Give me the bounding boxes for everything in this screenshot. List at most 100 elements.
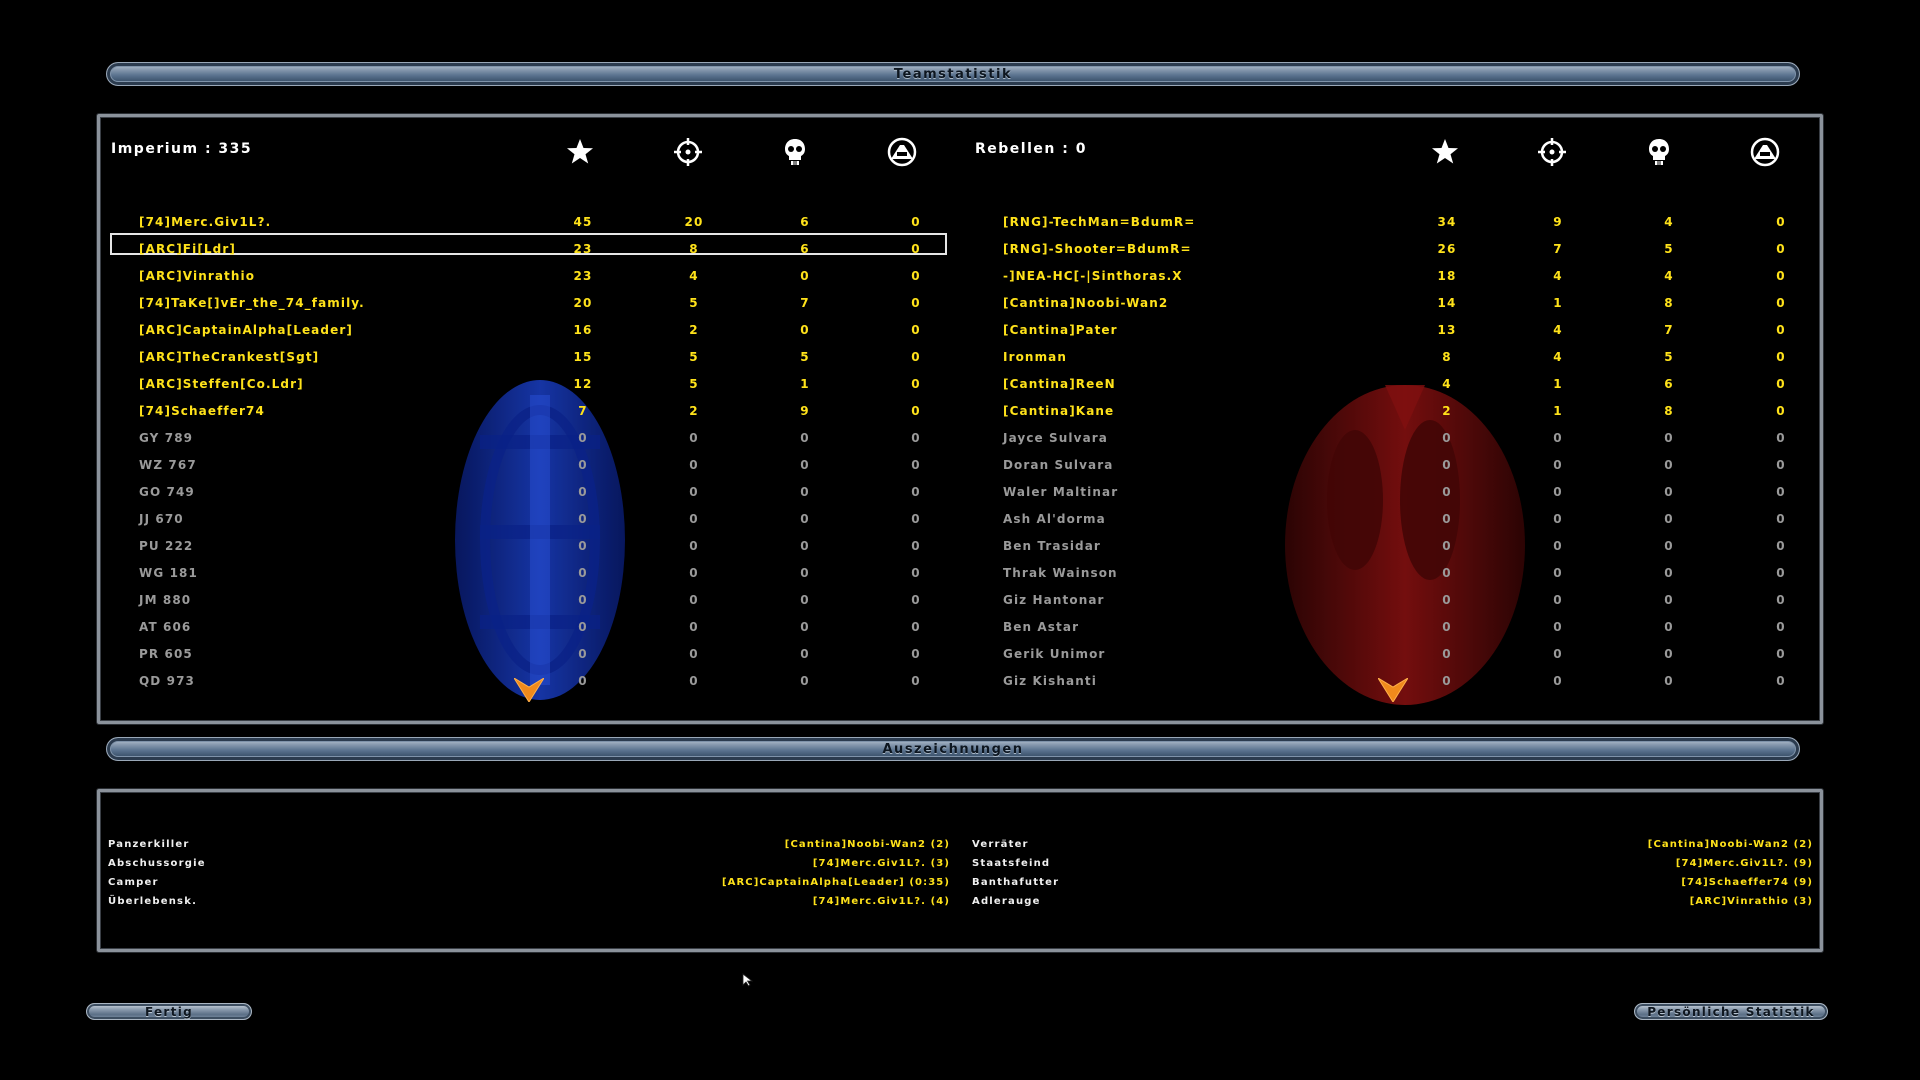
empire-player-name[interactable]: WZ 767 — [139, 458, 197, 472]
empire-player-name[interactable]: WG 181 — [139, 566, 198, 580]
rebels-player-score: 0 — [1442, 674, 1452, 688]
empire-player-kills: 0 — [689, 512, 699, 526]
rebels-player-deaths: 8 — [1664, 404, 1674, 418]
rebels-player-deaths: 5 — [1664, 242, 1674, 256]
teamstatistik-title: Teamstatistik — [893, 66, 1013, 82]
rebels-player-name[interactable]: [RNG]-TechMan=BdumR= — [1003, 215, 1195, 229]
rebels-player-score: 2 — [1442, 404, 1452, 418]
rebels-player-vehicles: 0 — [1776, 377, 1786, 391]
empire-arrow-icon — [514, 678, 544, 702]
empire-player-deaths: 0 — [800, 674, 810, 688]
rebels-player-score: 0 — [1442, 431, 1452, 445]
personal-stats-button[interactable]: Persönliche Statistik — [1634, 1003, 1828, 1020]
empire-player-kills: 5 — [689, 296, 699, 310]
rebels-player-name[interactable]: Ash Al'dorma — [1003, 512, 1106, 526]
empire-player-deaths: 0 — [800, 269, 810, 283]
empire-player-name[interactable]: [74]TaKe[]vEr_the_74_family. — [139, 296, 365, 310]
rebels-player-vehicles: 0 — [1776, 350, 1786, 364]
rebels-player-kills: 0 — [1553, 566, 1563, 580]
rebels-player-kills: 0 — [1553, 593, 1563, 607]
empire-player-name[interactable]: GY 789 — [139, 431, 193, 445]
empire-player-score: 7 — [578, 404, 588, 418]
rebels-player-name[interactable]: Ben Astar — [1003, 620, 1079, 634]
empire-player-name[interactable]: QD 973 — [139, 674, 195, 688]
awards-panel — [97, 789, 1823, 952]
rebels-player-name[interactable]: -]NEA-HC[-|Sinthoras.X — [1003, 269, 1183, 283]
empire-player-kills: 8 — [689, 242, 699, 256]
rebels-player-score: 0 — [1442, 566, 1452, 580]
empire-player-kills: 5 — [689, 377, 699, 391]
rebels-player-name[interactable]: Gerik Unimor — [1003, 647, 1105, 661]
empire-player-deaths: 1 — [800, 377, 810, 391]
rebels-player-score: 14 — [1437, 296, 1457, 310]
empire-player-name[interactable]: [ARC]Steffen[Co.Ldr] — [139, 377, 304, 391]
empire-player-name[interactable]: PU 222 — [139, 539, 193, 553]
rebels-player-name[interactable]: Ben Trasidar — [1003, 539, 1101, 553]
empire-player-deaths: 0 — [800, 647, 810, 661]
done-button[interactable]: Fertig — [86, 1003, 252, 1020]
skull-icon — [780, 137, 810, 167]
rebels-player-name[interactable]: Giz Hantonar — [1003, 593, 1105, 607]
empire-player-score: 0 — [578, 539, 588, 553]
rebels-player-name[interactable]: Jayce Sulvara — [1003, 431, 1108, 445]
empire-player-name[interactable]: PR 605 — [139, 647, 193, 661]
rebels-player-deaths: 8 — [1664, 296, 1674, 310]
empire-player-vehicles: 0 — [911, 620, 921, 634]
rebels-player-score: 26 — [1437, 242, 1457, 256]
empire-player-name[interactable]: JJ 670 — [139, 512, 184, 526]
empire-player-kills: 5 — [689, 350, 699, 364]
empire-player-vehicles: 0 — [911, 431, 921, 445]
award-label: Camper — [108, 877, 159, 888]
rebels-player-vehicles: 0 — [1776, 593, 1786, 607]
vehicle-icon — [887, 137, 917, 167]
award-label: Verräter — [972, 839, 1029, 850]
empire-emblem-icon — [455, 380, 625, 700]
team-stats-panel — [97, 114, 1823, 724]
empire-player-vehicles: 0 — [911, 458, 921, 472]
rebels-player-score: 0 — [1442, 647, 1452, 661]
empire-player-name[interactable]: [ARC]CaptainAlpha[Leader] — [139, 323, 353, 337]
empire-player-name[interactable]: [ARC]TheCrankest[Sgt] — [139, 350, 319, 364]
empire-player-kills: 0 — [689, 647, 699, 661]
rebels-player-name[interactable]: Ironman — [1003, 350, 1067, 364]
empire-team-score: Imperium : 335 — [111, 141, 253, 157]
rebels-player-name[interactable]: [Cantina]Noobi-Wan2 — [1003, 296, 1168, 310]
empire-player-name[interactable]: [74]Schaeffer74 — [139, 404, 265, 418]
rebels-player-score: 0 — [1442, 485, 1452, 499]
rebels-player-name[interactable]: [Cantina]ReeN — [1003, 377, 1116, 391]
empire-player-name[interactable]: JM 880 — [139, 593, 191, 607]
rebels-player-name[interactable]: [Cantina]Kane — [1003, 404, 1114, 418]
empire-player-name[interactable]: [ARC]Fi[Ldr] — [139, 242, 236, 256]
rebels-player-vehicles: 0 — [1776, 242, 1786, 256]
award-winner: [Cantina]Noobi-Wan2 (2) — [1647, 839, 1813, 850]
empire-player-deaths: 6 — [800, 242, 810, 256]
rebels-player-name[interactable]: Waler Maltinar — [1003, 485, 1118, 499]
mouse-cursor-icon — [742, 973, 754, 987]
empire-player-kills: 0 — [689, 674, 699, 688]
empire-player-deaths: 0 — [800, 323, 810, 337]
rebels-player-deaths: 0 — [1664, 512, 1674, 526]
empire-player-name[interactable]: [74]Merc.Giv1L?. — [139, 215, 271, 229]
empire-player-name[interactable]: AT 606 — [139, 620, 191, 634]
empire-player-name[interactable]: GO 749 — [139, 485, 195, 499]
rebels-player-vehicles: 0 — [1776, 215, 1786, 229]
empire-player-deaths: 0 — [800, 431, 810, 445]
rebels-player-name[interactable]: Doran Sulvara — [1003, 458, 1113, 472]
empire-player-vehicles: 0 — [911, 674, 921, 688]
empire-player-name[interactable]: [ARC]Vinrathio — [139, 269, 255, 283]
rebels-player-kills: 1 — [1553, 296, 1563, 310]
empire-player-deaths: 0 — [800, 620, 810, 634]
rebels-player-vehicles: 0 — [1776, 674, 1786, 688]
empire-player-score: 0 — [578, 512, 588, 526]
rebels-player-score: 0 — [1442, 593, 1452, 607]
rebels-player-vehicles: 0 — [1776, 269, 1786, 283]
empire-player-vehicles: 0 — [911, 512, 921, 526]
rebels-player-deaths: 0 — [1664, 485, 1674, 499]
rebels-player-kills: 0 — [1553, 620, 1563, 634]
rebels-player-name[interactable]: [RNG]-Shooter=BdumR= — [1003, 242, 1192, 256]
rebels-player-name[interactable]: Giz Kishanti — [1003, 674, 1097, 688]
rebels-player-kills: 0 — [1553, 674, 1563, 688]
rebels-player-name[interactable]: Thrak Wainson — [1003, 566, 1118, 580]
rebels-player-deaths: 4 — [1664, 215, 1674, 229]
rebels-player-name[interactable]: [Cantina]Pater — [1003, 323, 1118, 337]
